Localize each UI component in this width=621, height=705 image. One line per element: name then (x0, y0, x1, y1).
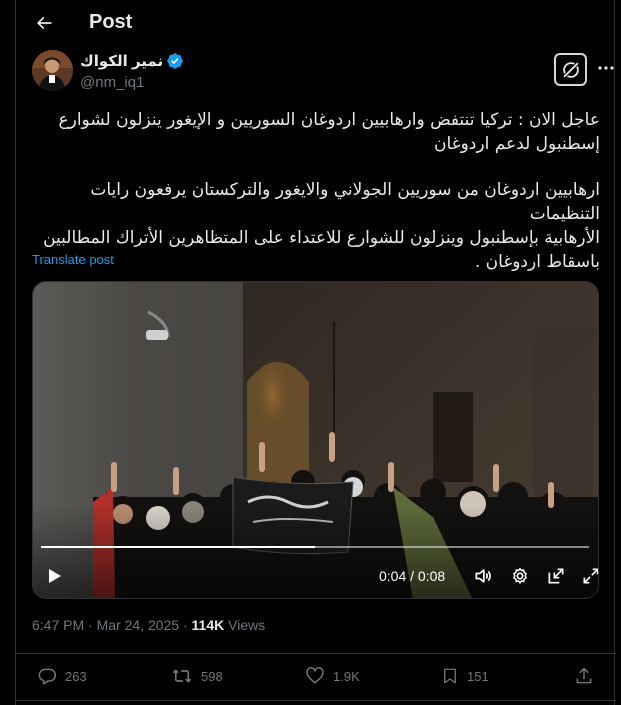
dock-icon (548, 568, 564, 584)
avatar-image (32, 50, 73, 91)
grok-icon (561, 60, 580, 79)
post-header: Post (16, 0, 616, 46)
volume-button[interactable] (471, 565, 495, 587)
heart-icon (306, 667, 324, 684)
reply-icon (38, 668, 57, 685)
like-button[interactable]: 1.9K (305, 664, 360, 688)
current-time: 0:04 (379, 568, 407, 584)
expand-icon (583, 568, 598, 584)
video-player[interactable]: 0:04 / 0:08 (32, 281, 599, 599)
repost-button[interactable]: 598 (171, 664, 223, 688)
author-row: نمير الكواك @nm_iq1 (32, 50, 614, 95)
text-line: ارهابيين اردوغان من سوريين الجولاني والا… (90, 180, 600, 224)
like-count: 1.9K (333, 668, 360, 684)
play-icon (49, 569, 61, 583)
views-label: Views (224, 617, 266, 633)
video-progress-fill (41, 546, 315, 548)
author-handle[interactable]: @nm_iq1 (80, 74, 144, 91)
settings-button[interactable] (508, 565, 532, 587)
repost-count: 598 (201, 668, 223, 684)
fullscreen-button[interactable] (579, 565, 598, 587)
views-count: 114K (191, 617, 225, 633)
repost-icon (172, 669, 192, 683)
bookmark-icon (444, 668, 456, 684)
text-line: عاجل الان : تركيا تنتفض وارهابيين اردوغا… (58, 110, 600, 130)
grok-button[interactable] (554, 53, 587, 86)
post-paragraph-2: ارهابيين اردوغان من سوريين الجولاني والا… (32, 178, 600, 274)
post-meta: 6:47 PM · Mar 24, 2025 · 114K Views (32, 617, 265, 633)
divider (16, 700, 616, 701)
meta-separator: · (179, 617, 192, 633)
duration: 0:08 (417, 568, 446, 584)
avatar[interactable] (32, 50, 73, 91)
volume-icon (475, 569, 491, 583)
post-paragraph-1: عاجل الان : تركيا تنتفض وارهابيين اردوغا… (32, 108, 600, 156)
bookmark-button[interactable]: 151 (441, 664, 489, 688)
gear-icon (513, 567, 527, 584)
reply-count: 263 (65, 668, 87, 684)
dock-video-button[interactable] (544, 565, 568, 587)
post-time[interactable]: 6:47 PM (32, 617, 84, 633)
more-dots-icon (598, 66, 614, 70)
share-button[interactable] (574, 664, 594, 688)
translate-post-link[interactable]: Translate post (32, 252, 114, 267)
back-button[interactable] (30, 9, 58, 37)
post-detail-column: Post نمير الكواك @nm_iq1 عاجل الان: ترك… (15, 0, 616, 705)
text-line: باسقاط اردوغان . (474, 252, 600, 272)
page-title: Post (89, 11, 133, 33)
bookmark-count: 151 (467, 668, 489, 684)
author-name[interactable]: نمير الكواك (80, 52, 163, 70)
post-text: عاجل الان : تركيا تنتفض وارهابيين اردوغا… (32, 108, 600, 274)
more-options-button[interactable] (595, 59, 617, 77)
text-line: إسطنبول لدعم اردوغان (434, 134, 600, 154)
action-bar: 263 598 1.9K 151 (16, 654, 616, 700)
reply-button[interactable]: 263 (37, 664, 87, 688)
play-button[interactable] (45, 566, 65, 586)
post-date[interactable]: Mar 24, 2025 (97, 617, 180, 633)
share-icon (576, 667, 592, 684)
arrow-left-icon (36, 16, 52, 30)
video-frame (33, 282, 598, 598)
verified-badge-icon (167, 53, 183, 69)
video-progress-bar[interactable] (41, 546, 589, 548)
time-separator: / (406, 568, 418, 584)
video-time: 0:04 / 0:08 (379, 568, 445, 584)
meta-separator: · (84, 617, 97, 633)
text-line: الأرهابية بإسطنبول وينزلون للشوارع للاعت… (43, 228, 600, 248)
